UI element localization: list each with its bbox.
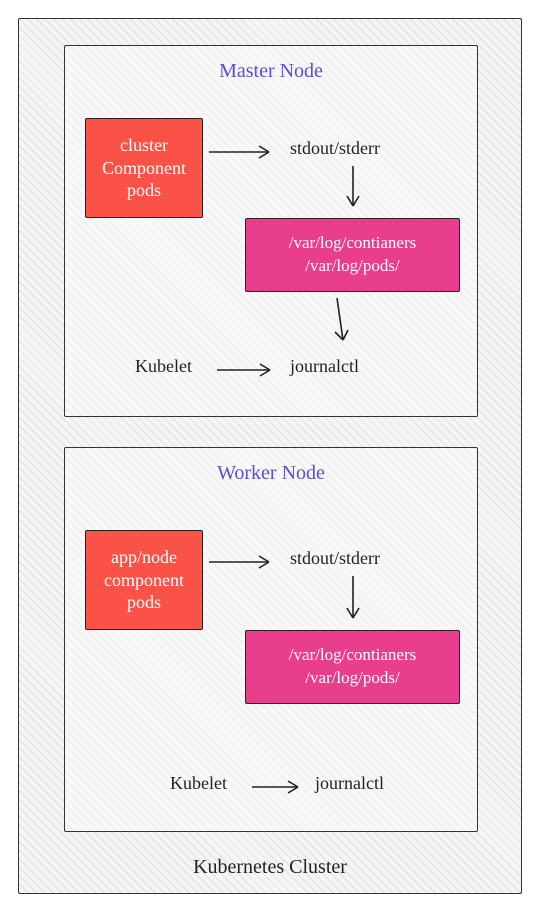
- master-node-title: Master Node: [219, 60, 323, 83]
- cluster-box: Kubernetes Cluster Master Node cluster C…: [18, 18, 522, 894]
- master-pod-box: cluster Component pods: [85, 118, 203, 218]
- arrow-worker-pod-to-stdout: [207, 554, 287, 574]
- master-log-box: /var/log/contianers /var/log/pods/: [245, 218, 460, 292]
- arrow-master-stdout-to-log: [343, 164, 373, 216]
- arrow-master-log-to-journal: [323, 296, 363, 352]
- worker-pod-text1: app/node: [111, 546, 177, 569]
- master-pod-text3: pods: [127, 179, 161, 202]
- master-node-box: Master Node cluster Component pods stdou…: [64, 45, 478, 417]
- worker-log-text1: /var/log/contianers: [289, 644, 416, 667]
- worker-node-title: Worker Node: [217, 462, 325, 485]
- master-journalctl-label: journalctl: [290, 356, 359, 377]
- worker-node-box: Worker Node app/node component pods stdo…: [64, 447, 478, 832]
- master-pod-text2: Component: [102, 157, 186, 180]
- worker-stdout-label: stdout/stderr: [290, 548, 380, 569]
- master-log-text1: /var/log/contianers: [289, 232, 416, 255]
- worker-log-box: /var/log/contianers /var/log/pods/: [245, 630, 460, 704]
- master-pod-text1: cluster: [120, 134, 168, 157]
- arrow-master-kubelet-to-journal: [215, 362, 285, 382]
- cluster-label: Kubernetes Cluster: [193, 856, 347, 879]
- worker-log-text2: /var/log/pods/: [305, 667, 399, 690]
- master-kubelet-label: Kubelet: [135, 356, 192, 377]
- diagram-canvas: Kubernetes Cluster Master Node cluster C…: [0, 0, 540, 912]
- arrow-worker-kubelet-to-journal: [250, 779, 312, 799]
- worker-pod-box: app/node component pods: [85, 530, 203, 630]
- master-log-text2: /var/log/pods/: [305, 255, 399, 278]
- arrow-master-pod-to-stdout: [207, 144, 287, 164]
- worker-journalctl-label: journalctl: [315, 773, 384, 794]
- worker-pod-text3: pods: [127, 591, 161, 614]
- worker-pod-text2: component: [104, 569, 184, 592]
- arrow-worker-stdout-to-log: [343, 574, 373, 628]
- worker-kubelet-label: Kubelet: [170, 773, 227, 794]
- master-stdout-label: stdout/stderr: [290, 138, 380, 159]
